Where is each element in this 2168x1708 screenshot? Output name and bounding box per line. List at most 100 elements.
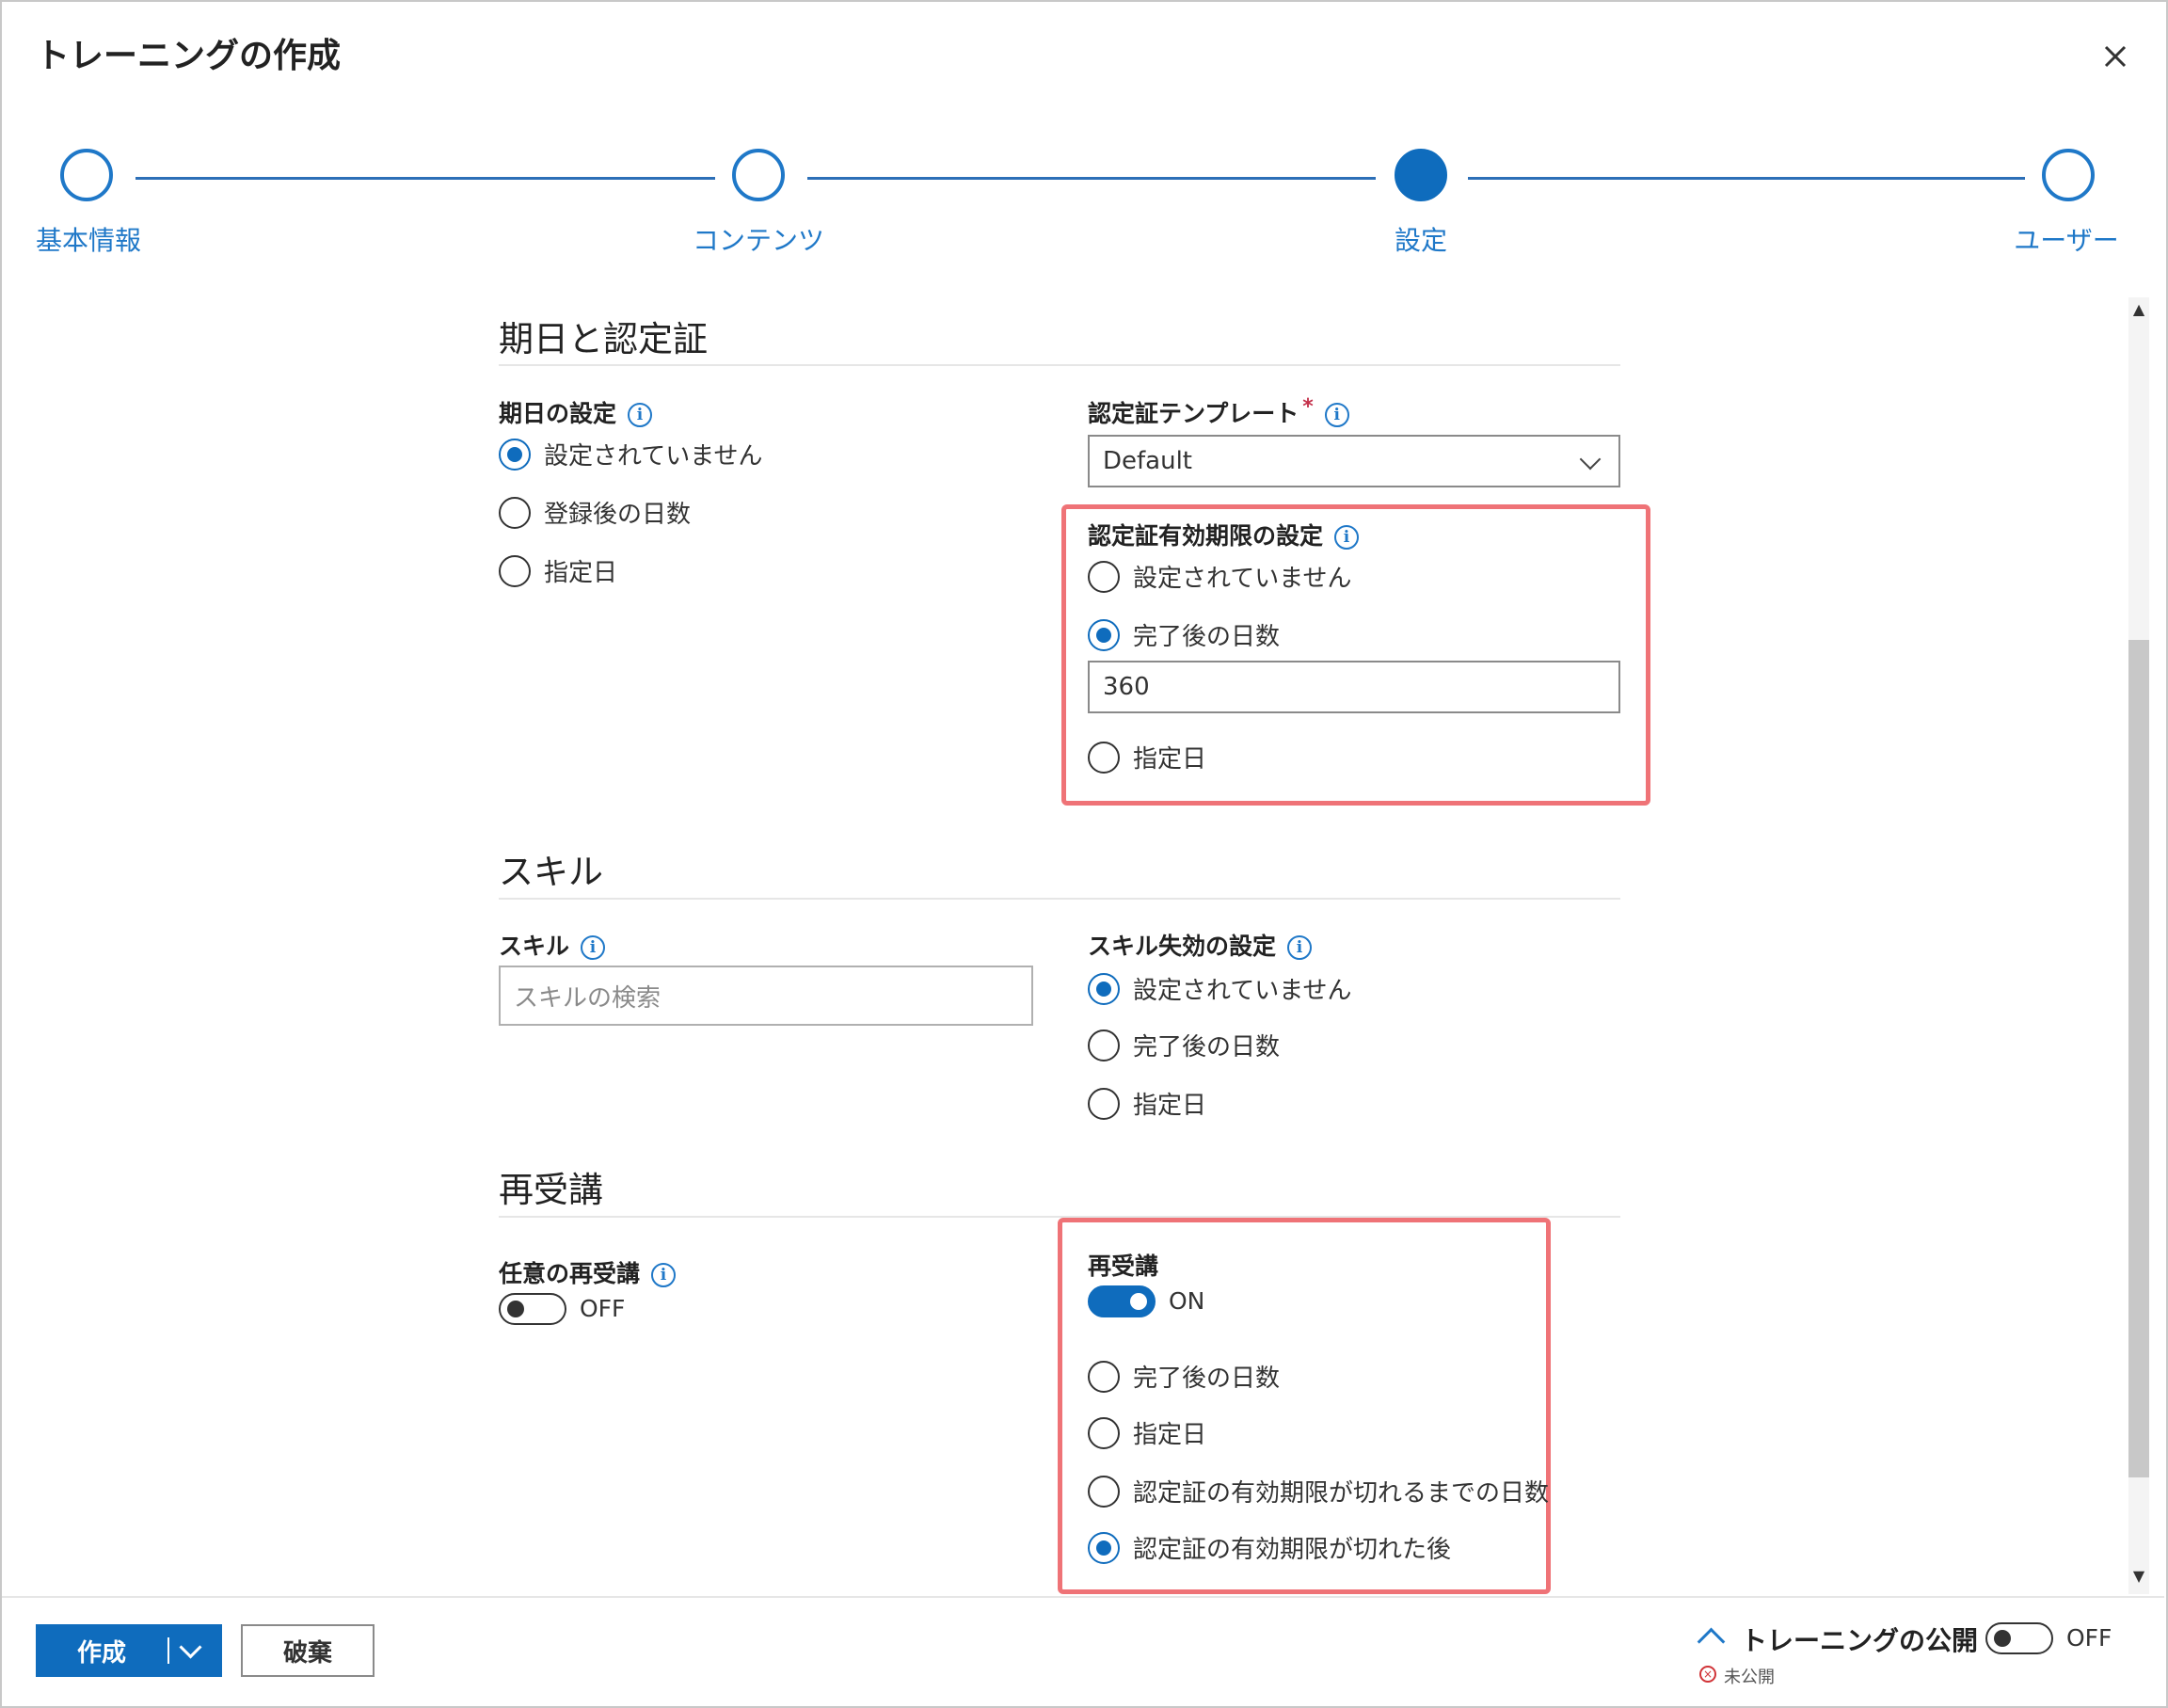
radio-button[interactable] (499, 438, 531, 471)
skill-expiry-label: スキル失効の設定 i (1088, 928, 1313, 962)
optional-retake-toggle-text: OFF (580, 1295, 626, 1322)
chevron-down-icon[interactable] (179, 1635, 202, 1659)
skill-search-placeholder: スキルの検索 (514, 983, 662, 1013)
radio-label: 認定証の有効期限が切れた後 (1133, 1536, 1452, 1564)
radio-label: 設定されていません (1133, 565, 1352, 593)
radio-label: 登録後の日数 (544, 501, 692, 529)
unpublished-status-label: 未公開 (1724, 1668, 1775, 1687)
close-icon[interactable] (2096, 38, 2134, 75)
radio-button[interactable] (1088, 1475, 1120, 1508)
cert-template-label-text: 認定証テンプレート (1088, 400, 1299, 427)
cert-expiry-option-not-set[interactable]: 設定されていません (1088, 559, 1351, 594)
skill-expiry-option-days-after-complete[interactable]: 完了後の日数 (1088, 1028, 1280, 1062)
radio-label: 指定日 (1133, 745, 1207, 774)
dialog-title: トレーニングの作成 (36, 37, 342, 75)
skill-expiry-option-specific-date[interactable]: 指定日 (1088, 1086, 1206, 1121)
step-settings-circle[interactable] (1395, 149, 1447, 201)
radio-label: 完了後の日数 (1133, 1033, 1281, 1062)
required-mark: * (1302, 395, 1314, 419)
info-icon[interactable]: i (1287, 935, 1313, 960)
publish-toggle[interactable] (1985, 1622, 2053, 1654)
create-button-label: 作成 (76, 1638, 126, 1668)
skill-label: スキル i (499, 928, 606, 962)
due-date-option-not-set[interactable]: 設定されていません (499, 437, 762, 471)
toggle-knob (507, 1301, 524, 1317)
radio-button[interactable] (1088, 1029, 1120, 1062)
split-separator (167, 1637, 169, 1664)
retake-option-days-until-cert-expiry[interactable]: 認定証の有効期限が切れるまでの日数 (1088, 1474, 1549, 1508)
due-date-option-specific-date[interactable]: 指定日 (499, 553, 617, 588)
retake-label: 再受講 (1088, 1253, 1159, 1280)
step-connector (807, 177, 1376, 180)
radio-button[interactable] (1088, 618, 1120, 651)
radio-label: 認定証の有効期限が切れるまでの日数 (1133, 1479, 1550, 1508)
step-settings-label[interactable]: 設定 (1395, 220, 1447, 258)
step-basic-info-label[interactable]: 基本情報 (36, 220, 141, 258)
radio-label: 設定されていません (1133, 977, 1352, 1005)
step-connector (136, 177, 715, 180)
cert-expiry-days-value: 360 (1103, 673, 1150, 701)
due-date-option-days-after-enroll[interactable]: 登録後の日数 (499, 495, 691, 530)
info-icon[interactable]: i (1334, 525, 1360, 550)
retake-option-days-after-complete[interactable]: 完了後の日数 (1088, 1359, 1280, 1394)
create-button[interactable]: 作成 (36, 1624, 222, 1677)
optional-retake-toggle[interactable] (499, 1293, 566, 1325)
radio-label: 指定日 (1133, 1092, 1207, 1120)
radio-label: 設定されていません (544, 442, 763, 471)
step-users-label[interactable]: ユーザー (2014, 220, 2118, 258)
radio-button[interactable] (1088, 1087, 1120, 1120)
step-basic-info-circle[interactable] (60, 149, 113, 201)
publish-training-label[interactable]: トレーニングの公開 (1741, 1620, 1978, 1658)
due-date-label: 期日の設定 i (499, 395, 653, 429)
section-title-due-cert: 期日と認定証 (499, 319, 708, 359)
radio-label: 指定日 (1133, 1421, 1207, 1449)
skill-expiry-option-not-set[interactable]: 設定されていません (1088, 971, 1351, 1006)
cert-expiry-label-text: 認定証有効期限の設定 (1088, 522, 1324, 550)
step-contents-label[interactable]: コンテンツ (693, 220, 824, 258)
toggle-knob (1994, 1630, 2011, 1647)
section-title-retake: 再受講 (499, 1170, 603, 1210)
info-icon[interactable]: i (1324, 403, 1349, 427)
retake-toggle-text: ON (1169, 1287, 1205, 1315)
scroll-down-arrow-icon[interactable]: ▼ (2128, 1566, 2149, 1587)
cert-expiry-option-days-after-complete[interactable]: 完了後の日数 (1088, 617, 1280, 652)
radio-button[interactable] (1088, 560, 1120, 593)
radio-button[interactable] (499, 554, 531, 587)
info-icon[interactable]: i (651, 1263, 677, 1287)
info-icon[interactable]: i (581, 935, 606, 960)
radio-button[interactable] (1088, 741, 1120, 774)
radio-button[interactable] (1088, 972, 1120, 1005)
radio-button[interactable] (1088, 1531, 1120, 1564)
radio-button[interactable] (499, 496, 531, 529)
info-icon[interactable]: i (628, 403, 653, 427)
retake-option-specific-date[interactable]: 指定日 (1088, 1415, 1206, 1450)
retake-option-after-cert-expiry[interactable]: 認定証の有効期限が切れた後 (1088, 1530, 1451, 1565)
step-users-circle[interactable] (2042, 149, 2095, 201)
radio-button[interactable] (1088, 1360, 1120, 1393)
radio-label: 完了後の日数 (1133, 1365, 1281, 1393)
chevron-down-icon[interactable] (1579, 448, 1602, 471)
step-contents-circle[interactable] (732, 149, 785, 201)
cert-template-value: Default (1103, 447, 1192, 475)
skill-expiry-label-text: スキル失効の設定 (1088, 933, 1277, 960)
section-divider (499, 364, 1620, 366)
section-divider (499, 898, 1620, 900)
unpublished-status-icon: × (1699, 1666, 1716, 1683)
scroll-up-arrow-icon[interactable]: ▲ (2128, 299, 2149, 320)
cert-template-select[interactable]: Default (1088, 435, 1620, 487)
footer-divider (2, 1596, 2164, 1598)
radio-label: 指定日 (544, 559, 618, 587)
optional-retake-label: 任意の再受講 i (499, 1255, 677, 1289)
cert-expiry-label: 認定証有効期限の設定 i (1088, 518, 1360, 551)
discard-button[interactable]: 破棄 (241, 1624, 375, 1677)
cert-expiry-days-input[interactable]: 360 (1088, 661, 1620, 713)
toggle-knob (1130, 1293, 1147, 1310)
cert-expiry-option-specific-date[interactable]: 指定日 (1088, 740, 1206, 774)
skill-label-text: スキル (499, 933, 570, 960)
radio-button[interactable] (1088, 1416, 1120, 1449)
due-date-label-text: 期日の設定 (499, 400, 617, 427)
section-title-skills: スキル (499, 852, 603, 892)
skill-search-input[interactable]: スキルの検索 (499, 966, 1033, 1026)
scrollbar-thumb[interactable] (2128, 640, 2149, 1477)
retake-toggle[interactable] (1088, 1285, 1156, 1317)
